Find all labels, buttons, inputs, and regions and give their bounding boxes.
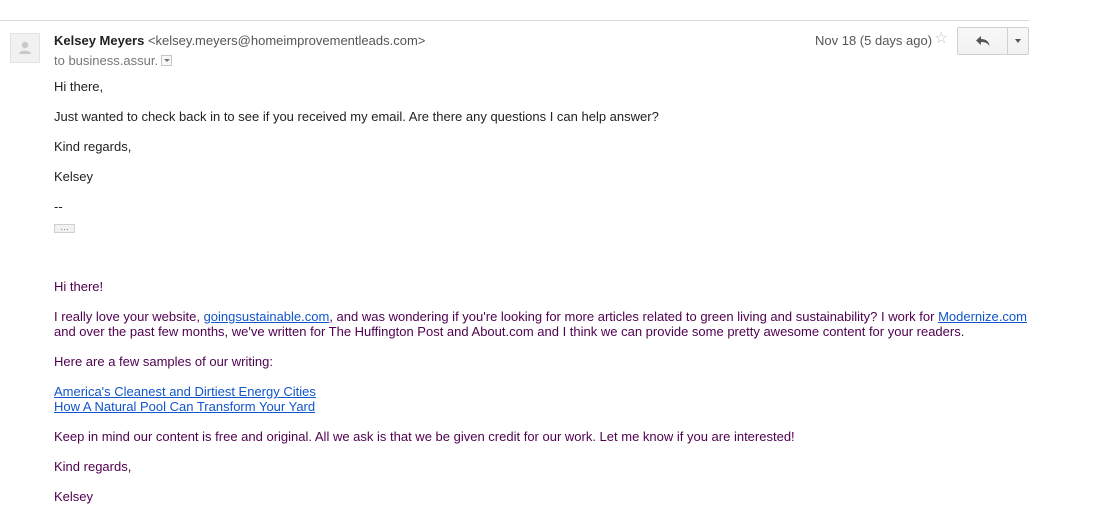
sample-link[interactable]: How A Natural Pool Can Transform Your Ya… [54,399,315,414]
body-greeting: Hi there, [54,79,104,94]
reply-arrow-icon [975,36,989,46]
show-trimmed-content-button[interactable]: … [54,223,75,233]
sender-email: <kelsey.meyers@homeimprovementleads.com> [147,33,426,48]
person-silhouette-icon [19,41,31,54]
signature-separator: -- [54,199,63,214]
sender-line: Kelsey Meyers <kelsey.meyers@homeimprove… [54,33,425,48]
body-signature: Kelsey [54,169,94,184]
recipient-text: to business.assur. [54,53,159,68]
message-date[interactable]: Nov 18 (5 days ago) [815,33,932,48]
caret-down-icon[interactable] [161,55,173,67]
reply-button[interactable] [958,28,1008,54]
sample-link-item: America's Cleanest and Dirtiest Energy C… [54,384,316,399]
chevron-down-icon [1015,39,1021,43]
quoted-text: , and was wondering if you're looking fo… [329,309,939,324]
samples-intro: Here are a few samples of our writing: [54,354,273,369]
header-divider [0,20,1029,21]
sender-avatar[interactable] [10,33,40,63]
website-link[interactable]: goingsustainable.com [204,309,330,324]
quoted-greeting: Hi there! [54,279,104,294]
body-closing: Kind regards, [54,139,132,154]
quoted-paragraph-3: Keep in mind our content is free and ori… [54,429,795,444]
sender-name[interactable]: Kelsey Meyers [54,33,144,48]
body-paragraph: Just wanted to check back in to see if y… [54,109,659,124]
sample-link[interactable]: America's Cleanest and Dirtiest Energy C… [54,384,316,399]
quoted-signature: Kelsey [54,489,94,504]
quoted-text: I really love your website, [54,309,204,324]
quoted-paragraph-1: I really love your website, goingsustain… [54,309,1027,324]
reply-button-group [957,27,1029,55]
more-options-button[interactable] [1008,28,1028,54]
quoted-closing: Kind regards, [54,459,132,474]
recipient-line: to business.assur. [54,53,173,68]
sample-link-item: How A Natural Pool Can Transform Your Ya… [54,399,315,414]
company-link[interactable]: Modernize.com [938,309,1027,324]
star-icon[interactable]: ☆ [934,31,948,47]
quoted-paragraph-1-line-2: and over the past few months, we've writ… [54,324,965,339]
